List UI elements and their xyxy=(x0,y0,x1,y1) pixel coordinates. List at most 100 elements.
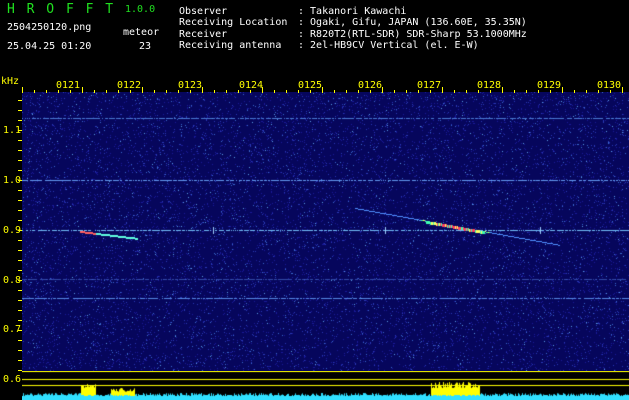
time-tick xyxy=(502,87,503,93)
time-tick xyxy=(598,90,599,93)
freq-tick xyxy=(18,320,22,321)
freq-tick xyxy=(18,240,22,241)
time-tick xyxy=(154,90,155,93)
time-tick xyxy=(118,90,119,93)
freq-tick xyxy=(18,270,22,271)
time-tick xyxy=(454,90,455,93)
datetime: 25.04.25 01:20 xyxy=(7,41,92,52)
time-tick xyxy=(34,90,35,93)
time-tick xyxy=(226,90,227,93)
spectrogram-canvas xyxy=(22,92,629,371)
freq-tick xyxy=(18,170,22,171)
spectrogram xyxy=(22,92,629,371)
observer-value: : Takanori Kawachi xyxy=(298,6,407,17)
time-tick xyxy=(586,90,587,93)
time-tick xyxy=(370,90,371,93)
time-tick xyxy=(430,90,431,93)
freq-tick xyxy=(18,180,22,181)
app-name: H R O F F T xyxy=(7,2,116,17)
freq-tick xyxy=(18,340,22,341)
freq-tick xyxy=(18,280,22,281)
time-tick xyxy=(214,90,215,93)
freq-tick xyxy=(18,220,22,221)
time-label-0121: 0121 xyxy=(56,80,81,91)
freq-tick xyxy=(18,190,22,191)
freq-tick xyxy=(18,330,22,331)
time-label-0124: 0124 xyxy=(239,80,264,91)
time-tick xyxy=(190,90,191,93)
mode-label: meteor xyxy=(123,27,160,38)
time-tick xyxy=(46,90,47,93)
time-tick xyxy=(334,90,335,93)
observer-label: Observer xyxy=(179,6,228,17)
freq-tick xyxy=(18,250,22,251)
time-tick xyxy=(382,87,383,93)
time-tick xyxy=(250,90,251,93)
receiver-label: Receiver xyxy=(179,29,228,40)
freq-tick xyxy=(18,120,22,121)
time-tick xyxy=(526,90,527,93)
time-tick xyxy=(94,90,95,93)
freq-tick xyxy=(18,350,22,351)
time-tick xyxy=(166,90,167,93)
y-unit-label: kHz xyxy=(1,76,20,87)
time-tick xyxy=(58,90,59,93)
time-tick xyxy=(358,90,359,93)
signal-level-canvas xyxy=(22,371,629,400)
time-tick xyxy=(394,90,395,93)
time-tick xyxy=(610,90,611,93)
freq-tick xyxy=(18,150,22,151)
time-tick xyxy=(238,90,239,93)
time-tick xyxy=(478,90,479,93)
time-tick xyxy=(538,90,539,93)
freq-tick xyxy=(18,100,22,101)
freq-tick xyxy=(18,140,22,141)
time-tick xyxy=(550,90,551,93)
time-tick xyxy=(178,90,179,93)
time-tick xyxy=(466,90,467,93)
freq-tick xyxy=(18,290,22,291)
time-tick xyxy=(22,87,23,93)
time-tick xyxy=(562,87,563,93)
antenna-label: Receiving antenna xyxy=(179,40,282,51)
location-value: : Ogaki, Gifu, JAPAN (136.60E, 35.35N) xyxy=(298,17,527,28)
freq-label-0-6: 0.6 xyxy=(3,374,22,385)
freq-tick xyxy=(18,310,22,311)
time-tick xyxy=(202,87,203,93)
freq-tick xyxy=(18,370,22,371)
time-tick xyxy=(574,90,575,93)
time-tick xyxy=(346,90,347,93)
time-tick xyxy=(442,87,443,93)
signal-level-band xyxy=(22,371,629,400)
detection-count: 23 xyxy=(139,41,152,52)
time-tick xyxy=(130,90,131,93)
freq-tick xyxy=(18,260,22,261)
time-tick xyxy=(418,90,419,93)
time-tick xyxy=(310,90,311,93)
time-tick xyxy=(514,90,515,93)
filename: 2504250120.png xyxy=(7,22,92,33)
hrofft-window: H R O F F T 1.0.0 2504250120.png meteor … xyxy=(0,0,629,400)
time-tick xyxy=(490,90,491,93)
antenna-value: : 2el-HB9CV Vertical (el. E-W) xyxy=(298,40,479,51)
time-tick xyxy=(70,90,71,93)
time-tick xyxy=(298,90,299,93)
time-tick xyxy=(82,87,83,93)
freq-tick xyxy=(18,110,22,111)
time-tick xyxy=(406,90,407,93)
time-tick xyxy=(262,87,263,93)
freq-tick xyxy=(18,300,22,301)
app-version: 1.0.0 xyxy=(125,4,156,15)
time-tick xyxy=(286,90,287,93)
time-tick xyxy=(106,90,107,93)
freq-tick xyxy=(18,160,22,161)
time-tick xyxy=(622,87,623,93)
receiver-value: : R820T2(RTL-SDR) SDR-Sharp 53.1000MHz xyxy=(298,29,527,40)
location-label: Receiving Location xyxy=(179,17,288,28)
freq-tick xyxy=(18,130,22,131)
freq-tick xyxy=(18,200,22,201)
time-tick xyxy=(274,90,275,93)
time-tick xyxy=(322,87,323,93)
freq-tick xyxy=(18,360,22,361)
freq-tick xyxy=(18,210,22,211)
